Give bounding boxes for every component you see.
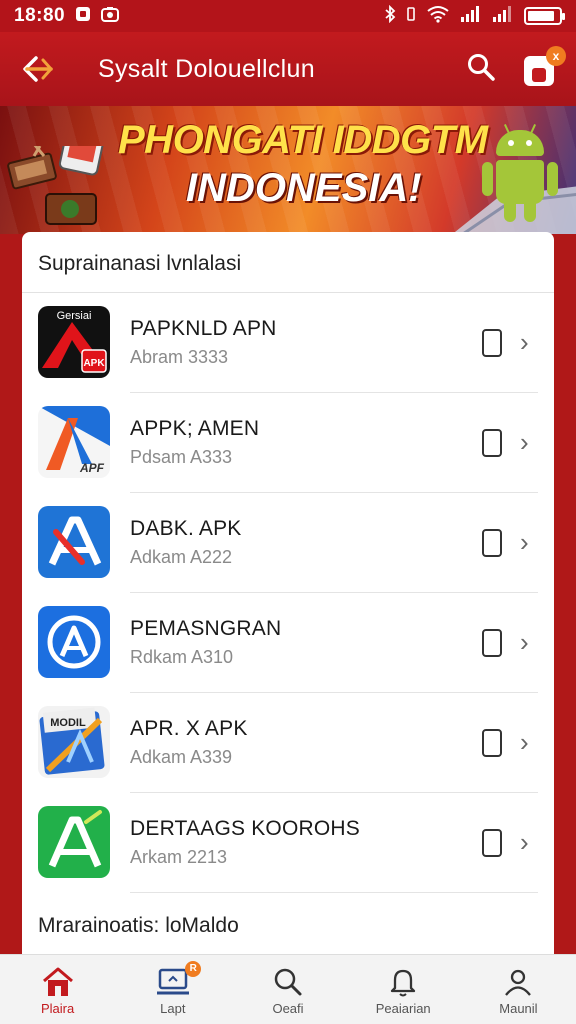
nav-item-home[interactable]: Plaira (0, 955, 115, 1024)
signal-icon (460, 5, 482, 27)
app-name: DABK. APK (130, 517, 242, 540)
row-separator (130, 892, 538, 893)
nav-item-profile[interactable]: Maunil (461, 955, 576, 1024)
battery-icon (524, 7, 565, 25)
app-list-item[interactable]: PEMASNGRAN Rdkam A310 › (22, 593, 554, 693)
promo-banner[interactable]: PHONGATI IDDGTM INDONESIA! (0, 106, 576, 234)
app-subtitle: Arkam 2213 (130, 847, 228, 867)
wifi-icon (426, 5, 450, 27)
nav-label: Lapt (160, 1001, 186, 1016)
back-arrow-icon (23, 56, 54, 82)
nav-item-notifications[interactable]: Peaiarian (346, 955, 461, 1024)
bell-icon (346, 965, 461, 999)
icon-badge-text: APK (83, 358, 105, 369)
status-time: 18:80 (14, 5, 66, 26)
app-name: PAPKNLD APN (130, 317, 277, 340)
icon-caption: APF (79, 461, 105, 475)
app-subtitle: Adkam A339 (130, 747, 233, 767)
app-list-item[interactable]: APF APPK; AMEN Pdsam A333 › (22, 393, 554, 493)
device-icon[interactable] (482, 429, 502, 457)
app-name: APPK; AMEN (130, 417, 260, 440)
section-title: Suprainanasi lvnlalasi (38, 252, 242, 275)
chevron-right-icon[interactable]: › (520, 427, 529, 458)
nav-label: Peaiarian (375, 1001, 431, 1016)
device-icon[interactable] (482, 529, 502, 557)
app-notification-icon (75, 6, 91, 27)
red-apk-icon: APK Gersiai (38, 306, 110, 378)
green-app-store-icon (38, 806, 110, 878)
chevron-right-icon[interactable]: › (520, 627, 529, 658)
back-button[interactable] (18, 49, 58, 89)
signal-icon (492, 5, 514, 27)
profile-icon (461, 965, 576, 999)
nav-label: Maunil (499, 1001, 538, 1016)
chevron-right-icon[interactable]: › (520, 527, 529, 558)
section-title: Mrarainoatis: loMaldo (38, 914, 239, 937)
app-name: DERTAAGS KOOROHS (130, 817, 360, 840)
page-title: Sysalt Dolouellclun (98, 54, 315, 83)
device-icon[interactable] (482, 629, 502, 657)
nav-label: Oeafi (272, 1001, 304, 1016)
app-subtitle: Rdkam A310 (130, 647, 234, 667)
cart-button[interactable]: x (524, 46, 566, 86)
android-robot-icon (478, 124, 564, 230)
search-button[interactable] (466, 52, 496, 87)
home-icon (0, 965, 115, 999)
banner-subheadline: INDONESIA! (186, 166, 422, 210)
chevron-right-icon[interactable]: › (520, 827, 529, 858)
app-subtitle: Pdsam A333 (130, 447, 233, 467)
search-icon (468, 53, 495, 81)
camera-notification-icon (101, 6, 120, 27)
nav-label: Plaira (40, 1001, 75, 1016)
app-list-item[interactable]: MODIL APR. X APK Adkam A339 › (22, 693, 554, 793)
app-bar: Sysalt Dolouellclun x (0, 32, 576, 106)
chevron-right-icon[interactable]: › (520, 327, 529, 358)
app-subtitle: Abram 3333 (130, 347, 229, 367)
cart-badge: x (546, 46, 566, 66)
circle-app-store-icon (38, 606, 110, 678)
app-name: PEMASNGRAN (130, 617, 282, 640)
app-subtitle: Adkam A222 (130, 547, 233, 567)
nav-item-lapt[interactable]: R Lapt (115, 955, 230, 1024)
gadgets-illustration (7, 146, 108, 225)
laptop-icon (115, 965, 230, 999)
bluetooth-icon (384, 4, 396, 27)
app-list-item[interactable]: APK Gersiai PAPKNLD APN Abram 3333 › (22, 293, 554, 393)
app-name: APR. X APK (130, 717, 248, 740)
folder-apk-icon: MODIL (38, 706, 110, 778)
status-bar: 18:80 (0, 0, 576, 32)
blue-orange-apk-icon: APF (38, 406, 110, 478)
banner-headline: PHONGATI IDDGTM (118, 118, 488, 162)
bottom-navigation: Plaira R Lapt Oeafi Peaiarian Maunil (0, 954, 576, 1024)
search-icon (230, 965, 345, 999)
vibrate-icon (406, 6, 416, 26)
icon-caption: MODIL (50, 717, 86, 729)
device-icon[interactable] (482, 329, 502, 357)
device-icon[interactable] (482, 729, 502, 757)
app-list-item[interactable]: DABK. APK Adkam A222 › (22, 493, 554, 593)
app-list-card: Suprainanasi lvnlalasi APK Gersiai PAPKN… (22, 232, 554, 972)
chevron-right-icon[interactable]: › (520, 727, 529, 758)
blue-app-store-icon (38, 506, 110, 578)
icon-caption: Gersiai (57, 310, 92, 322)
nav-item-search[interactable]: Oeafi (230, 955, 345, 1024)
device-icon[interactable] (482, 829, 502, 857)
app-list-item[interactable]: DERTAAGS KOOROHS Arkam 2213 › (22, 793, 554, 893)
